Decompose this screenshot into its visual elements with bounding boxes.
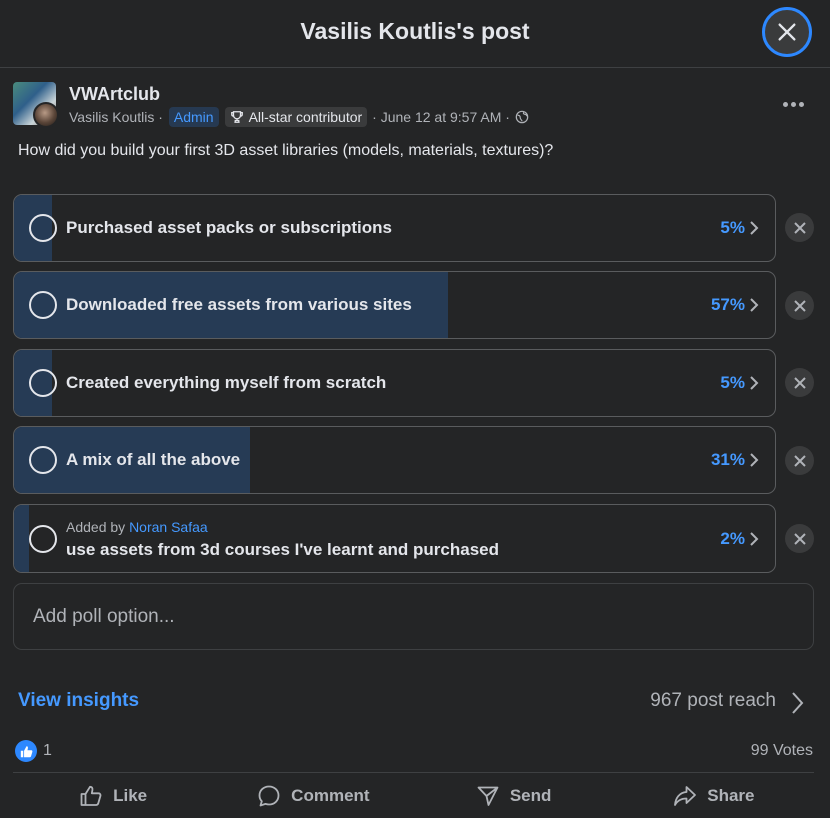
- post-reach: 967 post reach: [650, 690, 776, 711]
- poll-option-label: Created everything myself from scratch: [66, 373, 387, 392]
- poll-radio[interactable]: [29, 369, 57, 397]
- poll-option-percent[interactable]: 5%: [720, 373, 745, 393]
- dialog-title: Vasilis Koutlis's post: [300, 18, 530, 44]
- added-by-prefix: Added by: [66, 519, 126, 535]
- poll-option-bar: [14, 505, 29, 572]
- chevron-right-icon: [750, 376, 759, 390]
- poll-option[interactable]: Downloaded free assets from various site…: [13, 271, 776, 339]
- poll-option-percent[interactable]: 31%: [711, 450, 745, 470]
- poll-radio[interactable]: [29, 525, 57, 553]
- poll-option-label: Purchased asset packs or subscriptions: [66, 218, 392, 237]
- close-icon: [793, 221, 806, 234]
- add-poll-option: [13, 583, 814, 650]
- post-header: VWArtclub Vasilis Koutlis · Admin All-st…: [13, 82, 817, 130]
- chevron-right-icon: [750, 453, 759, 467]
- comment-icon: [258, 785, 280, 806]
- view-insights-link[interactable]: View insights: [18, 690, 139, 712]
- share-button[interactable]: Share: [614, 773, 814, 818]
- added-by-name[interactable]: Noran Safaa: [129, 519, 208, 535]
- poll-option-percent[interactable]: 2%: [720, 529, 745, 549]
- author-name[interactable]: Vasilis Koutlis ·: [69, 109, 163, 125]
- vote-count[interactable]: 99 Votes: [751, 742, 813, 760]
- remove-option-button[interactable]: [785, 446, 814, 475]
- close-icon: [793, 299, 806, 312]
- group-avatar[interactable]: [13, 82, 59, 128]
- poll-option-label: Downloaded free assets from various site…: [66, 295, 412, 314]
- poll-radio[interactable]: [29, 214, 57, 242]
- post-date[interactable]: · June 12 at 9:57 AM ·: [372, 109, 510, 125]
- like-reaction-badge[interactable]: [15, 740, 37, 762]
- send-button[interactable]: Send: [414, 773, 614, 818]
- globe-icon: [515, 110, 529, 124]
- poll-option[interactable]: Purchased asset packs or subscriptions 5…: [13, 194, 776, 262]
- share-icon: [674, 785, 697, 806]
- send-icon: [477, 786, 499, 806]
- close-icon: [793, 454, 806, 467]
- poll-option[interactable]: Created everything myself from scratch 5…: [13, 349, 776, 417]
- remove-option-button[interactable]: [785, 213, 814, 242]
- poll-option-percent[interactable]: 57%: [711, 295, 745, 315]
- all-star-label: All-star contributor: [248, 109, 363, 125]
- dialog-header: Vasilis Koutlis's post: [0, 0, 830, 68]
- admin-badge: Admin: [168, 107, 219, 127]
- chevron-right-icon: [750, 221, 759, 235]
- close-icon: [793, 376, 806, 389]
- author-avatar[interactable]: [33, 102, 59, 128]
- send-label: Send: [509, 785, 552, 805]
- group-name[interactable]: VWArtclub: [69, 84, 160, 105]
- close-button[interactable]: [762, 7, 812, 57]
- chevron-right-icon[interactable]: [790, 691, 804, 715]
- poll-radio[interactable]: [29, 446, 57, 474]
- thumbs-up-icon: [80, 785, 102, 806]
- comment-button[interactable]: Comment: [213, 773, 413, 818]
- poll-option-label: use assets from 3d courses I've learnt a…: [66, 540, 499, 559]
- close-icon: [778, 23, 796, 41]
- like-button[interactable]: Like: [13, 773, 213, 818]
- chevron-right-icon: [750, 298, 759, 312]
- poll-option-percent[interactable]: 5%: [720, 218, 745, 238]
- remove-option-button[interactable]: [785, 291, 814, 320]
- added-by-line: Added by Noran Safaa: [66, 519, 208, 535]
- comment-label: Comment: [291, 785, 370, 805]
- more-options-button[interactable]: [778, 92, 808, 116]
- chevron-right-icon: [750, 532, 759, 546]
- like-label: Like: [113, 785, 148, 805]
- remove-option-button[interactable]: [785, 524, 814, 553]
- poll-option[interactable]: Added by Noran Safaa use assets from 3d …: [13, 504, 776, 573]
- remove-option-button[interactable]: [785, 368, 814, 397]
- like-count[interactable]: 1: [43, 742, 52, 760]
- post-meta: Vasilis Koutlis · Admin All-star contrib…: [69, 106, 529, 128]
- close-icon: [793, 532, 806, 545]
- share-label: Share: [707, 785, 755, 805]
- poll-radio[interactable]: [29, 291, 57, 319]
- trophy-icon: [230, 111, 243, 123]
- poll-option-label: A mix of all the above: [66, 450, 241, 469]
- poll-question: How did you build your first 3D asset li…: [18, 142, 554, 159]
- poll-option[interactable]: A mix of all the above 31%: [13, 426, 776, 494]
- more-icon: [782, 101, 788, 107]
- add-poll-option-input[interactable]: [14, 584, 813, 649]
- thumbs-up-icon: [20, 745, 32, 757]
- all-star-badge: All-star contributor: [224, 107, 368, 127]
- action-bar: Like Comment Send Share: [13, 772, 814, 818]
